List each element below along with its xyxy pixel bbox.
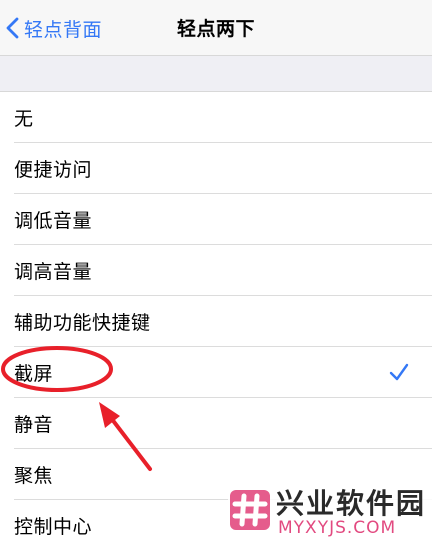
option-label: 截屏 (14, 363, 54, 385)
option-label: 便捷访问 (14, 159, 93, 181)
page-title: 轻点两下 (176, 18, 255, 40)
option-mute[interactable]: 静音 (0, 398, 432, 449)
option-label: 无 (14, 108, 34, 130)
watermark: 兴业软件园 MYXYJS.COM (228, 478, 432, 544)
watermark-logo-icon (230, 490, 270, 530)
option-none[interactable]: 无 (0, 92, 432, 143)
option-label: 调低音量 (14, 210, 93, 232)
watermark-domain: MYXYJS.COM (278, 518, 397, 538)
option-label: 聚焦 (14, 465, 54, 487)
option-volume-up[interactable]: 调高音量 (0, 245, 432, 296)
section-spacer (0, 56, 432, 92)
watermark-brand-name: 兴业软件园 (276, 487, 427, 520)
option-accessibility-shortcut[interactable]: 辅助功能快捷键 (0, 296, 432, 347)
option-screenshot[interactable]: 截屏 (0, 347, 432, 398)
option-accessibility-reach[interactable]: 便捷访问 (0, 143, 432, 194)
option-label: 调高音量 (14, 261, 93, 283)
navigation-bar: 轻点背面 轻点两下 (0, 0, 432, 56)
checkmark-icon (389, 363, 409, 381)
option-label: 控制中心 (14, 516, 93, 538)
option-label: 辅助功能快捷键 (14, 312, 151, 334)
option-volume-down[interactable]: 调低音量 (0, 194, 432, 245)
option-label: 静音 (14, 414, 54, 436)
